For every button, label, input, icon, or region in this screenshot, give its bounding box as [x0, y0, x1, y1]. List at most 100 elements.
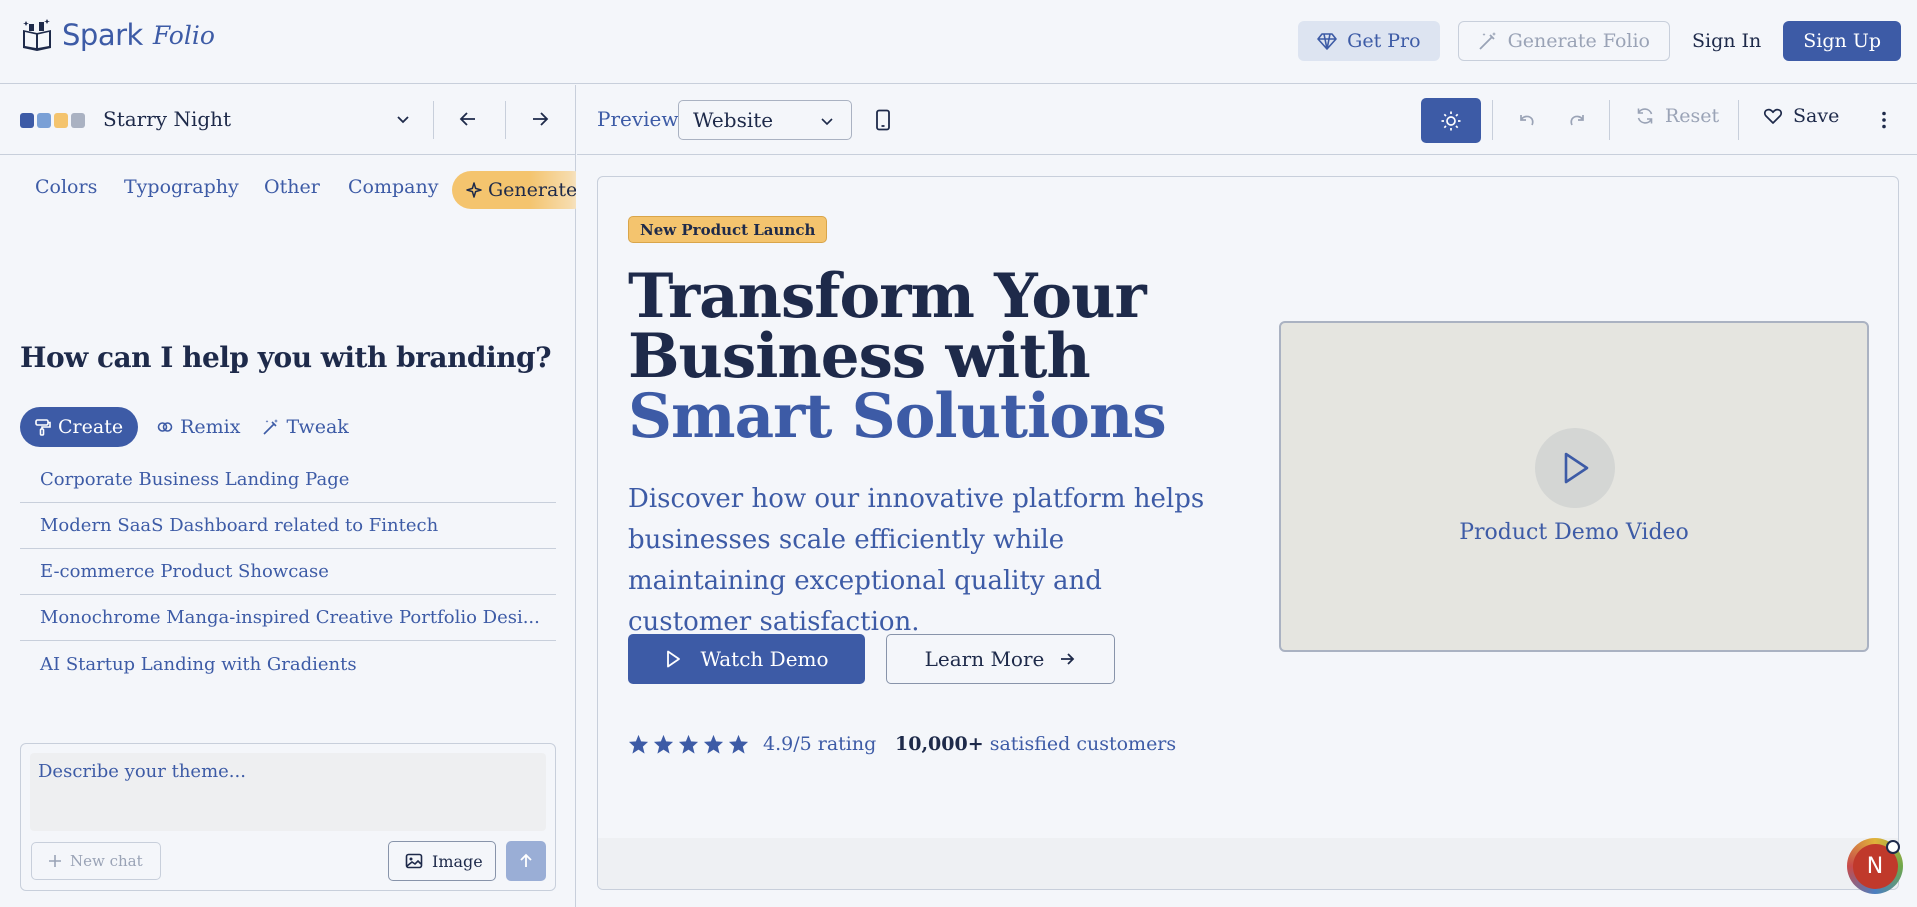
theme-description-input[interactable]	[30, 753, 546, 831]
suggestion-item[interactable]: AI Startup Landing with Gradients	[20, 641, 556, 687]
reset-label: Reset	[1665, 105, 1720, 127]
left-panel: Starry Night Colors Typography Other Com…	[0, 85, 576, 907]
app-logo[interactable]: Spark Folio	[20, 18, 215, 52]
undo-icon[interactable]	[1516, 109, 1538, 131]
preview-label: Preview	[597, 107, 679, 131]
divider	[1492, 100, 1493, 140]
heart-icon	[1763, 108, 1783, 124]
tab-other[interactable]: Other	[264, 176, 320, 198]
star-icon	[703, 734, 724, 754]
settings-tabs: Colors Typography Other Company Generate	[0, 171, 576, 211]
save-label: Save	[1793, 105, 1840, 127]
hero-title-line-2: Business with	[628, 321, 1091, 392]
send-button[interactable]	[506, 841, 546, 881]
customers-stat: 10,000+ satisfied customers	[895, 733, 1176, 755]
theme-swatches	[20, 113, 85, 128]
tab-typography[interactable]: Typography	[124, 176, 239, 198]
swatch-1	[20, 113, 34, 128]
swatch-2	[37, 113, 51, 128]
magic-wand-icon	[263, 419, 279, 435]
star-icon	[628, 734, 649, 754]
hero-description: Discover how our innovative platform hel…	[628, 484, 1205, 637]
tab-generate[interactable]: Generate	[452, 171, 576, 209]
theme-name[interactable]: Starry Night	[103, 107, 231, 131]
redo-icon[interactable]	[1566, 109, 1588, 131]
preview-mode-value: Website	[693, 108, 774, 132]
assistant-heading: How can I help you with branding?	[20, 341, 551, 374]
user-avatar[interactable]: N	[1847, 838, 1903, 894]
mode-tweak-button[interactable]: Tweak	[258, 407, 352, 447]
suggestion-item[interactable]: Monochrome Manga-inspired Creative Portf…	[20, 595, 556, 641]
get-pro-label: Get Pro	[1347, 30, 1421, 52]
light-mode-toggle[interactable]	[1421, 98, 1481, 143]
launch-badge: New Product Launch	[628, 216, 828, 243]
preview-canvas: New Product Launch Transform Your Busine…	[597, 176, 1899, 890]
status-dot	[1886, 840, 1900, 854]
refresh-icon	[1637, 108, 1653, 124]
sparkle-icon	[466, 182, 482, 198]
star-icon	[653, 734, 674, 754]
logo-word-italic: Folio	[152, 20, 215, 50]
reset-button[interactable]: Reset	[1635, 105, 1719, 127]
play-icon	[667, 650, 681, 668]
mode-remix-button[interactable]: Remix	[152, 407, 244, 447]
arrow-up-icon	[520, 853, 532, 867]
save-button[interactable]: Save	[1763, 105, 1839, 127]
video-label: Product Demo Video	[1459, 520, 1689, 545]
book-logo-icon	[23, 19, 51, 51]
image-label: Image	[432, 851, 483, 871]
divider	[1738, 100, 1739, 140]
sign-in-link[interactable]: Sign In	[1688, 21, 1765, 61]
magic-wand-icon	[1478, 32, 1496, 50]
mode-selector: Create Remix Tweak	[20, 407, 353, 447]
star-icon	[678, 734, 699, 754]
chevron-down-icon[interactable]	[394, 111, 412, 129]
mode-tweak-label: Tweak	[286, 416, 349, 438]
tab-company[interactable]: Company	[348, 176, 438, 198]
generate-folio-button[interactable]: Generate Folio	[1457, 21, 1670, 61]
image-icon	[405, 853, 423, 869]
video-play-button[interactable]	[1535, 428, 1615, 508]
demo-video-placeholder[interactable]: Product Demo Video	[1279, 321, 1869, 652]
get-pro-button[interactable]: Get Pro	[1298, 21, 1440, 61]
paint-roller-icon	[35, 419, 51, 436]
learn-more-label: Learn More	[924, 647, 1045, 671]
sign-up-button[interactable]: Sign Up	[1783, 21, 1901, 61]
arrow-left-icon[interactable]	[456, 107, 480, 131]
customers-count: 10,000+	[895, 733, 984, 755]
hero-title: Transform Your Business with Smart Solut…	[628, 261, 1167, 452]
plus-icon	[49, 855, 61, 867]
image-upload-button[interactable]: Image	[388, 841, 496, 881]
top-bar: Spark Folio Get Pro Generate Folio Sign I…	[0, 0, 1917, 84]
suggestion-item[interactable]: Modern SaaS Dashboard related to Fintech	[20, 503, 556, 549]
preview-footer-strip	[598, 838, 1898, 889]
learn-more-button[interactable]: Learn More	[886, 634, 1115, 684]
chevron-down-icon	[821, 118, 833, 126]
suggestion-item[interactable]: E-commerce Product Showcase	[20, 549, 556, 595]
mobile-device-icon[interactable]	[874, 109, 892, 131]
new-chat-button[interactable]: New chat	[31, 842, 161, 880]
rating-stars	[628, 734, 749, 754]
suggestion-item[interactable]: Corporate Business Landing Page	[20, 457, 556, 503]
theme-selector-row: Starry Night	[0, 85, 576, 155]
star-icon	[728, 734, 749, 754]
more-options-icon[interactable]	[1873, 109, 1895, 131]
swatch-3	[54, 113, 68, 128]
play-icon	[1564, 452, 1589, 484]
tab-colors[interactable]: Colors	[35, 176, 97, 198]
mode-create-button[interactable]: Create	[20, 407, 139, 447]
generate-folio-label: Generate Folio	[1507, 30, 1650, 52]
hero-title-accent: Smart Solutions	[628, 381, 1167, 452]
mode-remix-label: Remix	[180, 416, 241, 438]
hero-title-line-1: Transform Your	[628, 261, 1147, 332]
suggestion-list: Corporate Business Landing Page Modern S…	[20, 457, 556, 687]
link-icon	[157, 422, 173, 432]
new-chat-label: New chat	[70, 852, 143, 870]
watch-demo-button[interactable]: Watch Demo	[628, 634, 865, 684]
preview-mode-select[interactable]: Website	[678, 100, 852, 140]
divider	[433, 101, 434, 139]
tab-generate-label: Generate	[488, 179, 576, 201]
arrow-right-icon[interactable]	[528, 107, 552, 131]
rating-text: 4.9/5 rating	[763, 733, 877, 755]
watch-demo-label: Watch Demo	[700, 647, 829, 671]
